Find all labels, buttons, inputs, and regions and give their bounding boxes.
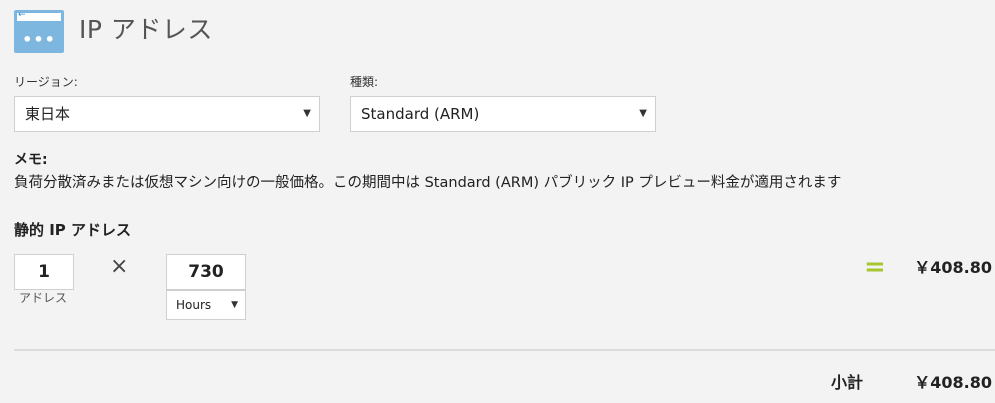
chevron-down-icon: ▼	[231, 300, 238, 310]
hours-unit-select[interactable]: Hours ▼	[166, 290, 246, 320]
subtotal-value: ￥408.80	[914, 373, 992, 392]
equals-symbol: =	[864, 252, 886, 282]
hours-value: 730	[188, 262, 224, 282]
tier-select[interactable]: Standard (ARM) ▼	[350, 96, 656, 132]
section-title-static-ip: 静的 IP アドレス	[14, 221, 132, 239]
tier-label: 種類:	[350, 75, 379, 89]
note-text: 負荷分散済みまたは仮想マシン向けの一般価格。この期間中は Standard (A…	[14, 175, 842, 191]
chevron-down-icon: ▼	[303, 108, 311, 119]
hours-unit-value: Hours	[176, 298, 212, 312]
static-ip-cost: ￥408.80	[914, 258, 992, 277]
hours-input[interactable]: 730	[166, 254, 246, 290]
divider	[14, 349, 995, 351]
page-title: IP アドレス	[79, 15, 213, 44]
address-quantity-value: 1	[38, 262, 50, 282]
public-ip-window-icon: ← •••	[14, 10, 64, 53]
address-unit-label: アドレス	[19, 291, 68, 305]
region-select[interactable]: 東日本 ▼	[14, 96, 320, 132]
multiply-symbol: ×	[110, 254, 129, 279]
region-select-value: 東日本	[25, 105, 71, 123]
tier-select-value: Standard (ARM)	[361, 105, 480, 123]
region-label: リージョン:	[14, 75, 78, 89]
chevron-down-icon: ▼	[639, 108, 647, 119]
ellipsis-icon: •••	[22, 30, 56, 49]
note-title: メモ:	[14, 152, 48, 168]
arrow-left-icon: ←	[18, 10, 26, 20]
subtotal-label: 小計	[831, 373, 864, 392]
address-quantity-input[interactable]: 1	[14, 254, 74, 290]
